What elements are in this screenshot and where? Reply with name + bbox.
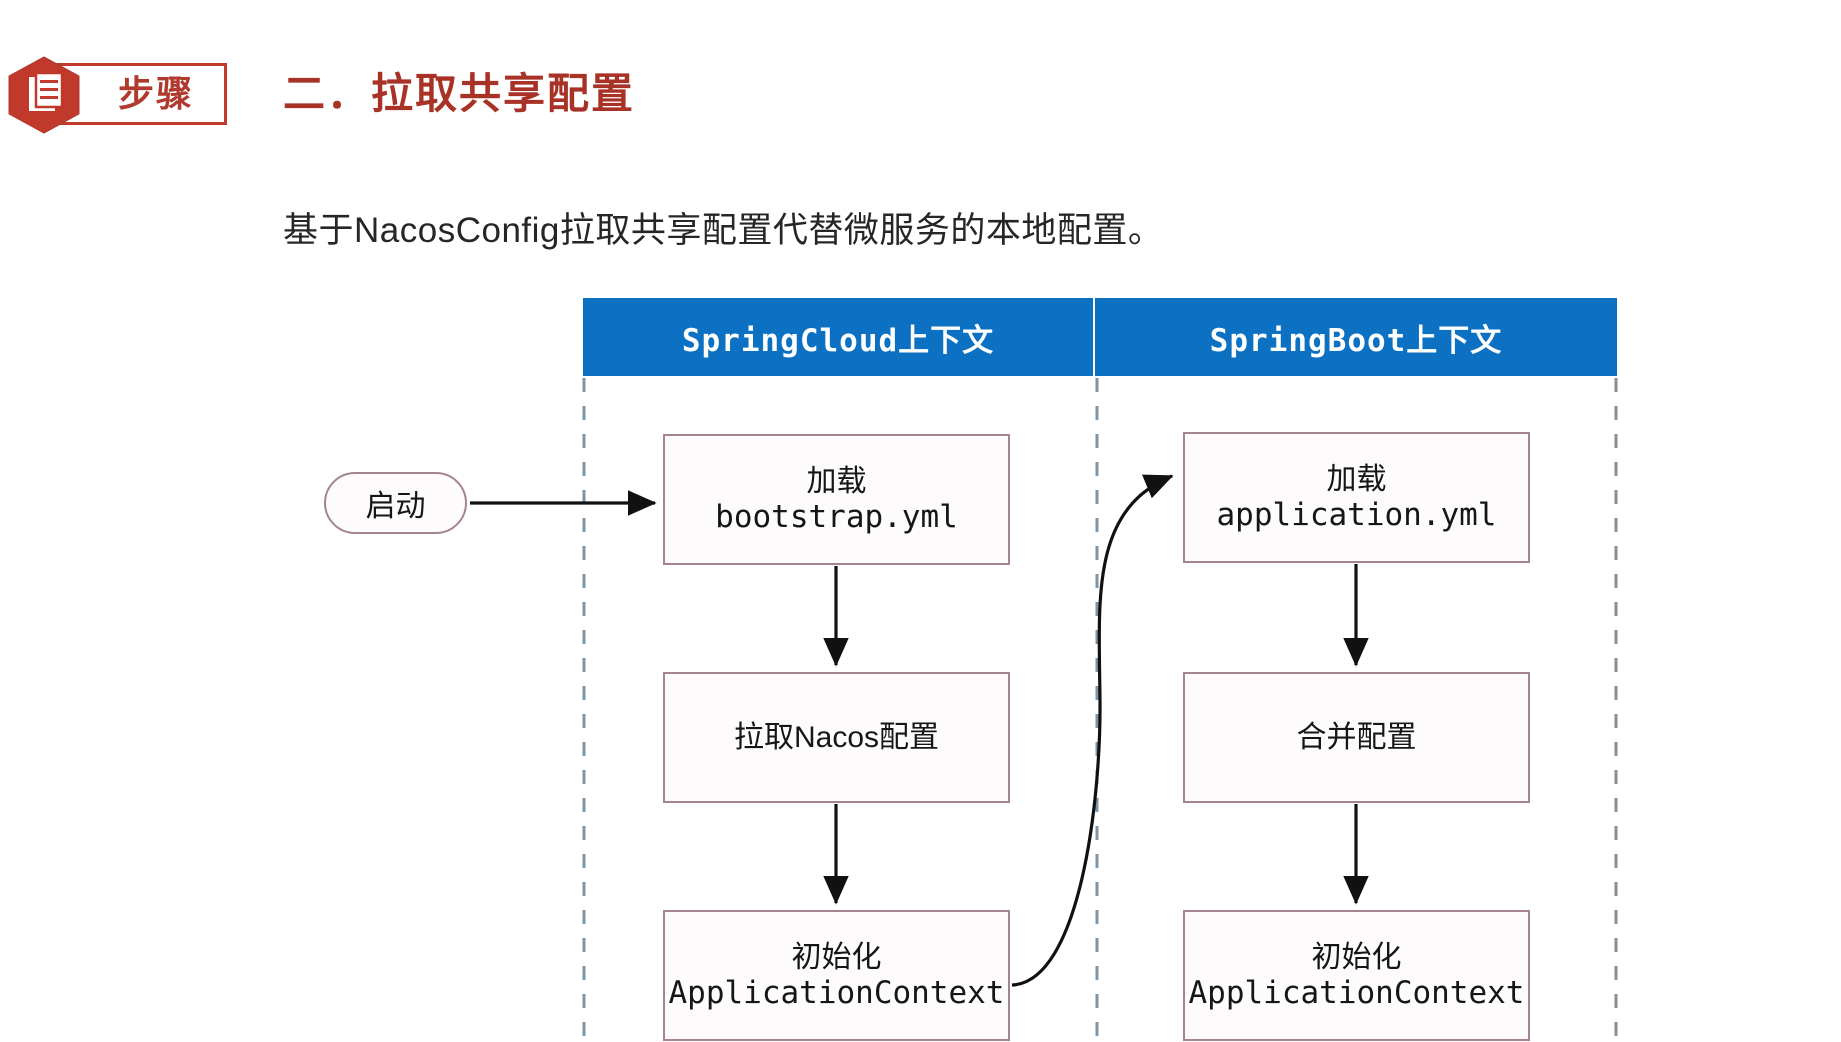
document-icon (8, 56, 80, 134)
node-pull-nacos-config: 拉取Nacos配置 (663, 672, 1010, 803)
node-init-application-context-left: 初始化 ApplicationContext (663, 910, 1010, 1041)
connector-appctx-left-to-application (1011, 474, 1174, 987)
node-line-1: 拉取Nacos配置 (733, 720, 940, 754)
node-line-1: 合并配置 (1296, 720, 1417, 754)
node-load-application-yml: 加载 application.yml (1183, 432, 1530, 563)
step-badge: 步骤 (5, 56, 235, 134)
node-start: 启动 (324, 472, 467, 534)
node-merge-config: 合并配置 (1183, 672, 1530, 803)
node-line-1: 初始化 (1311, 940, 1402, 974)
context-header-springboot: SpringBoot上下文 (1095, 298, 1617, 376)
step-badge-label: 步骤 (117, 73, 194, 114)
node-line-2: ApplicationContext (1188, 974, 1525, 1011)
node-line-2: application.yml (1216, 496, 1497, 533)
node-init-application-context-right: 初始化 ApplicationContext (1183, 910, 1530, 1041)
node-line-2: ApplicationContext (668, 974, 1005, 1011)
node-line-1: 初始化 (791, 940, 882, 974)
context-header-springcloud: SpringCloud上下文 (583, 298, 1095, 376)
node-line-1: 加载 (806, 464, 867, 498)
header-row: 步骤 (0, 48, 1841, 134)
node-load-bootstrap: 加载 bootstrap.yml (663, 434, 1010, 565)
page-subtitle: 基于NacosConfig拉取共享配置代替微服务的本地配置。 (283, 211, 1164, 250)
node-line-2: bootstrap.yml (715, 498, 958, 535)
node-line-1: 加载 (1326, 462, 1387, 496)
page-title: 二．拉取共享配置 (283, 70, 636, 117)
